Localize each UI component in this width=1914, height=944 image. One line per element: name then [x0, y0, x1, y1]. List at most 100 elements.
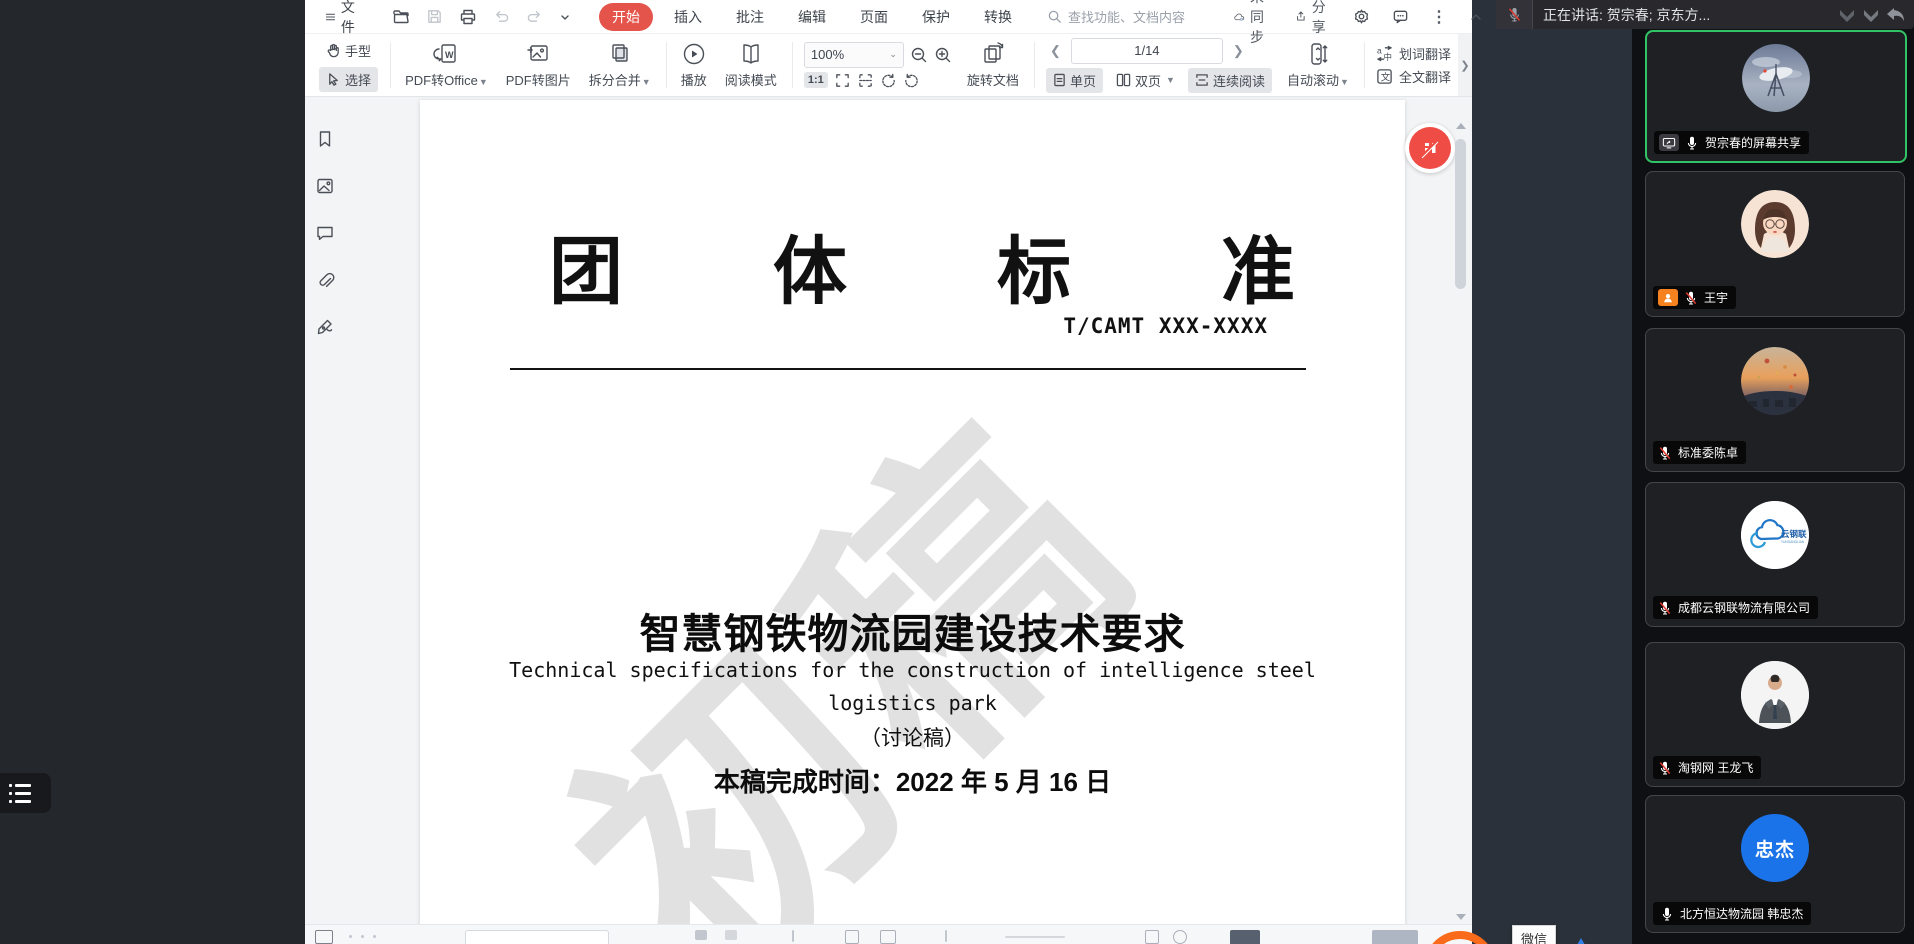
- hand-tool-button[interactable]: 手型: [319, 38, 378, 63]
- tab-protect[interactable]: 保护: [909, 3, 963, 31]
- settings-button[interactable]: [1349, 5, 1374, 28]
- tab-page[interactable]: 页面: [847, 3, 901, 31]
- fit-width-button[interactable]: [857, 72, 874, 89]
- telescope-avatar-image: [1742, 44, 1810, 112]
- status-button[interactable]: [1230, 930, 1260, 944]
- redo-button[interactable]: [522, 5, 547, 28]
- self-mute-button[interactable]: [1496, 0, 1533, 29]
- avatar: [1741, 190, 1809, 258]
- scroll-up-arrow[interactable]: [1456, 123, 1466, 129]
- pdf-to-office-button[interactable]: W PDF转Office▼: [396, 34, 497, 96]
- pdf-tool-badge-inner: [1409, 127, 1451, 169]
- quick-access-dropdown[interactable]: [555, 8, 575, 26]
- participant-label: 王宇: [1653, 286, 1736, 309]
- cloud-sync-icon: [1234, 9, 1245, 25]
- next-page-button[interactable]: ❯: [1229, 43, 1248, 59]
- continuous-read-icon: [1195, 73, 1209, 87]
- zoom-level-select[interactable]: 100% ⌄: [804, 42, 904, 68]
- collapse-toolbar-button[interactable]: [1465, 7, 1487, 27]
- tab-convert[interactable]: 转换: [971, 3, 1025, 31]
- scroll-down-arrow[interactable]: [1456, 914, 1466, 920]
- status-icon[interactable]: [315, 930, 333, 944]
- bookmark-icon[interactable]: [315, 129, 335, 149]
- cursor-icon: [326, 72, 341, 87]
- double-page-button[interactable]: 双页 ▼: [1109, 68, 1182, 93]
- auto-scroll-button[interactable]: 自动滚动▼: [1278, 34, 1358, 96]
- participant-tile[interactable]: 忠杰 北方恒达物流园 韩忠杰: [1645, 795, 1905, 933]
- actual-size-button[interactable]: 1:1: [804, 72, 828, 88]
- tab-home[interactable]: 开始: [599, 3, 653, 31]
- tab-comment[interactable]: 批注: [723, 3, 777, 31]
- status-input[interactable]: [465, 930, 609, 944]
- speaking-banner: 正在讲话: 贺宗春; 京东方...: [1496, 0, 1914, 29]
- select-tool-button[interactable]: 选择: [319, 67, 378, 92]
- read-mode-label: 阅读模式: [725, 70, 777, 89]
- participant-tile[interactable]: 贺宗春的屏幕共享: [1645, 30, 1907, 163]
- full-translate-button[interactable]: 文 全文翻译: [1376, 67, 1466, 86]
- more-options-button[interactable]: ⋮: [1427, 4, 1451, 30]
- badge-glyph-icon: [1417, 135, 1443, 161]
- status-icon[interactable]: [695, 930, 707, 940]
- search-icon: [1047, 9, 1062, 24]
- floating-list-button[interactable]: [0, 773, 51, 813]
- continuous-read-label: 连续阅读: [1213, 71, 1265, 90]
- attachment-icon[interactable]: [315, 270, 335, 290]
- avatar: 云钢联 YUNGANGLIAN: [1741, 501, 1809, 569]
- print-button[interactable]: [455, 5, 481, 29]
- toolbar-expand-button[interactable]: ❯: [1458, 34, 1472, 96]
- single-page-button[interactable]: 单页: [1046, 68, 1103, 93]
- tab-insert[interactable]: 插入: [661, 3, 715, 31]
- word-translate-button[interactable]: a中 划词翻译: [1376, 44, 1466, 63]
- search-input[interactable]: 查找功能、文档内容: [1047, 7, 1222, 26]
- status-dot: [373, 935, 376, 938]
- list-icon: [9, 784, 51, 787]
- read-mode-button[interactable]: 阅读模式: [716, 34, 786, 96]
- feedback-button[interactable]: [1388, 5, 1413, 28]
- continuous-read-button[interactable]: 连续阅读: [1188, 68, 1272, 93]
- file-menu-label: 文件: [341, 0, 360, 37]
- status-slider[interactable]: [1005, 936, 1065, 938]
- prev-page-button[interactable]: ❮: [1046, 43, 1065, 59]
- dropdown-arrow-icon: ▼: [1166, 75, 1175, 85]
- participant-tile[interactable]: 云钢联 YUNGANGLIAN 成都云钢联物流有限公司: [1645, 482, 1905, 627]
- scrollbar-thumb[interactable]: [1455, 139, 1466, 289]
- rotate-left-button[interactable]: [880, 72, 897, 89]
- status-button[interactable]: [1372, 930, 1418, 944]
- play-button[interactable]: 播放: [672, 34, 716, 96]
- gear-icon: [1353, 8, 1370, 25]
- banner-controls[interactable]: [1836, 4, 1914, 26]
- chevron-up-icon: [1469, 10, 1483, 24]
- image-icon[interactable]: [315, 176, 335, 196]
- signature-icon[interactable]: [315, 317, 335, 337]
- zoom-in-button[interactable]: [934, 46, 952, 64]
- split-merge-button[interactable]: 拆分合并▼: [580, 34, 660, 96]
- save-button[interactable]: [422, 5, 447, 28]
- tab-edit[interactable]: 编辑: [785, 3, 839, 31]
- participant-tile[interactable]: 王宇: [1645, 171, 1905, 317]
- pdf-tool-badge[interactable]: [1405, 123, 1455, 173]
- fit-page-button[interactable]: [834, 72, 851, 89]
- desktop-background: [1472, 0, 1632, 944]
- standard-code: T/CAMT XXX-XXXX: [1063, 314, 1268, 338]
- undo-button[interactable]: [489, 5, 514, 28]
- rotate-right-button[interactable]: [903, 72, 920, 89]
- comment-icon[interactable]: [315, 223, 335, 243]
- status-icon[interactable]: [845, 930, 859, 944]
- mic-muted-icon: [1507, 7, 1522, 22]
- rotate-document-button[interactable]: 旋转文档: [958, 34, 1028, 96]
- vertical-scrollbar[interactable]: [1455, 97, 1467, 924]
- open-file-button[interactable]: [388, 5, 414, 29]
- zoom-out-button[interactable]: [910, 46, 928, 64]
- document-title-en-line2: logistics park: [420, 691, 1405, 715]
- status-icon[interactable]: [880, 930, 896, 944]
- pdf-to-image-button[interactable]: PDF转图片: [497, 34, 580, 96]
- status-icon[interactable]: [1145, 930, 1159, 944]
- participant-label: 淘钢网 王龙飞: [1653, 756, 1761, 779]
- page-indicator[interactable]: 1/14: [1071, 38, 1223, 64]
- meeting-participants-panel: 贺宗春的屏幕共享: [1632, 0, 1914, 944]
- participant-name: 王宇: [1704, 289, 1728, 306]
- participant-tile[interactable]: 标准委陈卓: [1645, 328, 1905, 472]
- status-icon[interactable]: [1173, 930, 1187, 944]
- participant-tile[interactable]: 淘钢网 王龙飞: [1645, 642, 1905, 787]
- status-icon[interactable]: [725, 930, 737, 940]
